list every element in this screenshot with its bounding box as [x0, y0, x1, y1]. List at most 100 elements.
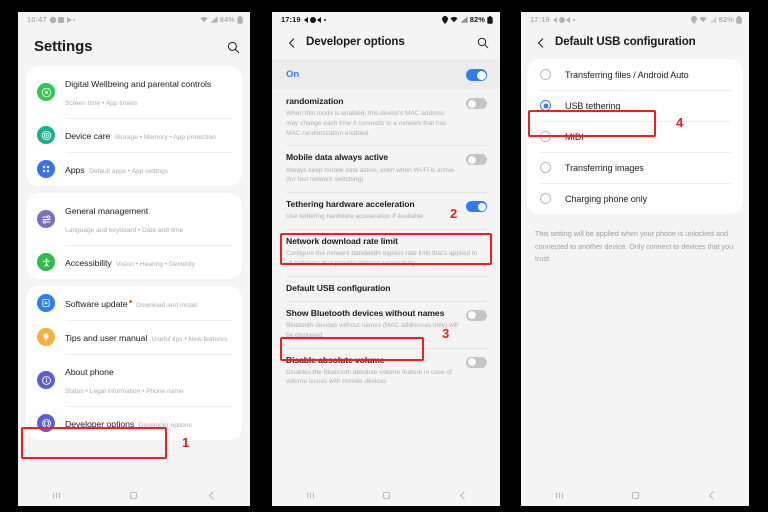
- radio-button[interactable]: [540, 162, 551, 173]
- usb-option-usb-tethering[interactable]: USB tethering: [527, 90, 743, 121]
- row-toggle[interactable]: [466, 154, 487, 166]
- sidebar-item-software-update[interactable]: Software update Download and install: [26, 286, 242, 320]
- radio-button[interactable]: [540, 193, 551, 204]
- back-icon[interactable]: [456, 489, 469, 502]
- item-subtitle: Developer options: [138, 422, 192, 429]
- tips-bulb-icon: [37, 328, 55, 346]
- back-chevron-icon[interactable]: [534, 36, 548, 50]
- row-mac-randomization[interactable]: randomization When this mode is enabled,…: [272, 89, 500, 146]
- item-title: Software update: [65, 299, 128, 309]
- row-text: Network download rate limit Configure th…: [286, 236, 487, 269]
- annotation-number-3: 3: [442, 326, 450, 341]
- radio-button[interactable]: [540, 69, 551, 80]
- search-icon[interactable]: [226, 40, 240, 54]
- usb-option-charging-phone-only[interactable]: Charging phone only: [527, 183, 743, 214]
- sliders-icon: [37, 210, 55, 228]
- row-subtitle: When this mode is enabled, this device's…: [286, 110, 447, 137]
- item-text: Software update Download and install: [65, 294, 230, 312]
- row-toggle[interactable]: [466, 356, 487, 368]
- search-icon[interactable]: [476, 36, 490, 50]
- usb-option-midi[interactable]: MIDI: [527, 121, 743, 152]
- row-text: Default USB configuration: [286, 283, 487, 294]
- item-title: Developer options: [65, 419, 135, 429]
- row-show-bluetooth-devices-without-names[interactable]: Show Bluetooth devices without names Blu…: [272, 300, 500, 348]
- page-title: Developer options: [306, 36, 405, 49]
- row-default-usb-configuration[interactable]: Default USB configuration: [272, 275, 500, 301]
- status-clock: 10:47: [27, 15, 47, 24]
- home-icon[interactable]: [380, 489, 393, 502]
- usb-config-footnote: This setting will be applied when your p…: [535, 229, 734, 264]
- sidebar-item-apps[interactable]: Apps Default apps • App settings: [26, 152, 242, 186]
- settings-list[interactable]: Digital Wellbeing and parental controls …: [18, 66, 250, 484]
- recents-icon[interactable]: [304, 489, 317, 502]
- item-title: General management: [65, 206, 149, 216]
- recents-icon[interactable]: [50, 489, 63, 502]
- row-text: Tethering hardware acceleration Use teth…: [286, 199, 466, 222]
- option-label: Transferring images: [565, 162, 644, 173]
- row-title: Default USB configuration: [286, 282, 391, 293]
- status-bar-left: 10:47: [27, 15, 75, 24]
- developer-options-list[interactable]: On randomization When this mode is enabl…: [272, 59, 500, 484]
- item-title: Device care: [65, 131, 111, 141]
- item-text: About phone Status • Legal information •…: [65, 362, 230, 398]
- radio-button[interactable]: [540, 131, 551, 142]
- option-label: Charging phone only: [565, 193, 648, 204]
- usb-option-list[interactable]: Transferring files / Android Auto USB te…: [527, 59, 743, 214]
- back-chevron-icon[interactable]: [285, 36, 299, 50]
- accessibility-icon: [37, 253, 55, 271]
- usb-config-app-bar: Default USB configuration: [521, 27, 749, 59]
- system-navigation-bar[interactable]: [272, 484, 500, 506]
- sidebar-item-about-phone[interactable]: About phone Status • Legal information •…: [26, 354, 242, 406]
- row-toggle[interactable]: [466, 201, 487, 213]
- home-icon[interactable]: [629, 489, 642, 502]
- usb-option-transferring-files[interactable]: Transferring files / Android Auto: [527, 59, 743, 90]
- wifi-icon: [699, 16, 707, 23]
- item-subtitle: Default apps • App settings: [89, 168, 168, 175]
- info-icon: [37, 371, 55, 389]
- row-text: randomization When this mode is enabled,…: [286, 96, 466, 138]
- usb-config-body[interactable]: Transferring files / Android Auto USB te…: [521, 59, 749, 484]
- row-tethering-hardware-acceleration[interactable]: Tethering hardware acceleration Use teth…: [272, 192, 500, 230]
- item-title: Accessibility: [65, 258, 112, 268]
- row-toggle[interactable]: [466, 98, 487, 109]
- item-text: Developer options Developer options: [65, 414, 230, 432]
- home-icon[interactable]: [127, 489, 140, 502]
- back-icon[interactable]: [205, 489, 218, 502]
- usb-option-transferring-images[interactable]: Transferring images: [527, 152, 743, 183]
- row-toggle[interactable]: [466, 309, 487, 321]
- back-icon[interactable]: [705, 489, 718, 502]
- settings-group-2: General management Language and keyboard…: [26, 193, 242, 279]
- recents-icon[interactable]: [553, 489, 566, 502]
- sidebar-item-digital-wellbeing[interactable]: Digital Wellbeing and parental controls …: [26, 66, 242, 118]
- row-title: Show Bluetooth devices without names: [286, 307, 445, 318]
- master-switch-toggle[interactable]: [466, 69, 487, 81]
- row-title: randomization: [286, 96, 344, 106]
- sidebar-item-accessibility[interactable]: Accessibility Vision • Hearing • Dexteri…: [26, 245, 242, 279]
- row-text: Mobile data always active Always keep mo…: [286, 152, 466, 185]
- row-subtitle: Always keep mobile data active, even whe…: [286, 166, 454, 184]
- item-text: Digital Wellbeing and parental controls …: [65, 74, 230, 110]
- row-disable-absolute-volume[interactable]: Disable absolute volume Disables the Blu…: [272, 347, 500, 395]
- annotation-number-4: 4: [676, 115, 684, 130]
- system-navigation-bar[interactable]: [521, 484, 749, 506]
- row-title: Disable absolute volume: [286, 354, 385, 365]
- system-navigation-bar[interactable]: [18, 484, 250, 506]
- developer-options-master-switch-row[interactable]: On: [272, 59, 500, 89]
- notification-icons: [552, 16, 578, 24]
- item-title-wrap: Software update: [65, 299, 132, 309]
- radio-button-selected[interactable]: [540, 100, 551, 111]
- row-network-download-rate-limit[interactable]: Network download rate limit Configure th…: [272, 229, 500, 276]
- status-bar-right: 82%: [690, 15, 742, 24]
- sidebar-item-general-management[interactable]: General management Language and keyboard…: [26, 193, 242, 245]
- item-subtitle: Download and install: [135, 302, 197, 309]
- sidebar-item-developer-options[interactable]: Developer options Developer options: [26, 406, 242, 440]
- status-bar-right: 82%: [441, 15, 493, 24]
- row-title: Network download rate limit: [286, 236, 398, 247]
- item-title: Digital Wellbeing and parental controls: [65, 79, 212, 89]
- sidebar-item-tips[interactable]: Tips and user manual Useful tips • New f…: [26, 320, 242, 354]
- row-subtitle: Bluetooth devices without names (MAC add…: [286, 322, 458, 339]
- item-text: Device care Storage • Memory • App prote…: [65, 126, 230, 144]
- row-mobile-data-always-active[interactable]: Mobile data always active Always keep mo…: [272, 145, 500, 193]
- battery-icon: [237, 15, 243, 24]
- sidebar-item-device-care[interactable]: Device care Storage • Memory • App prote…: [26, 118, 242, 152]
